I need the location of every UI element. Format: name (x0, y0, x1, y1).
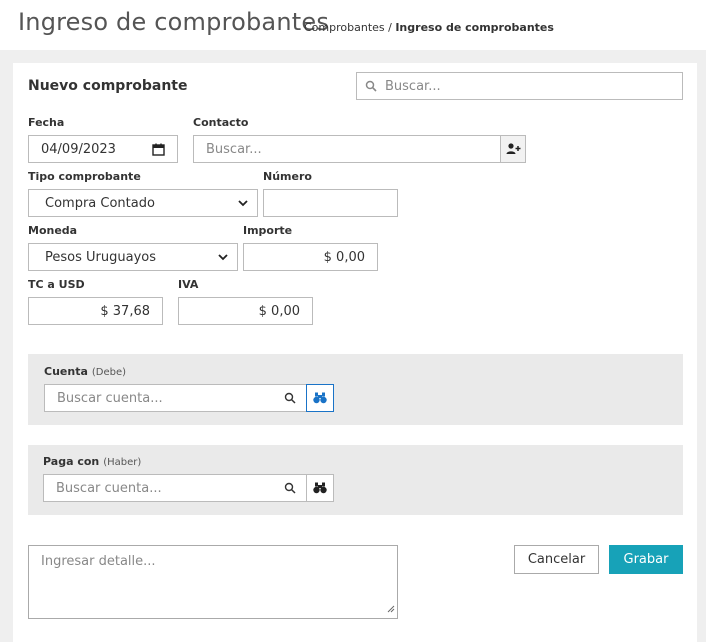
chevron-down-icon (217, 251, 229, 263)
cancel-button[interactable]: Cancelar (514, 545, 599, 574)
tc-value: $ 37,68 (100, 303, 150, 319)
form-title: Nuevo comprobante (28, 78, 188, 94)
iva-label: IVA (178, 278, 199, 291)
paga-placeholder: Buscar cuenta... (56, 480, 162, 496)
detalle-textarea[interactable]: Ingresar detalle... (28, 545, 398, 619)
breadcrumb: Comprobantes / Ingreso de comprobantes (304, 21, 554, 34)
search-icon (365, 80, 377, 92)
importe-input[interactable]: $ 0,00 (243, 243, 378, 271)
fecha-value: 04/09/2023 (41, 141, 116, 157)
importe-label: Importe (243, 224, 293, 237)
contacto-search-input[interactable]: Buscar... (193, 135, 501, 163)
global-search-placeholder: Buscar... (385, 78, 441, 94)
search-icon[interactable] (284, 392, 296, 408)
tc-label: TC a USD (28, 278, 85, 291)
moneda-select[interactable]: Pesos Uruguayos (28, 243, 238, 271)
save-button[interactable]: Grabar (609, 545, 683, 574)
search-icon[interactable] (284, 482, 296, 498)
detalle-placeholder: Ingresar detalle... (41, 554, 156, 569)
importe-value: $ 0,00 (323, 249, 365, 265)
binoculars-icon (313, 389, 327, 408)
tipo-label: Tipo comprobante (28, 170, 141, 183)
form-card: Nuevo comprobante Buscar... Fecha Contac… (13, 63, 697, 642)
cuenta-binoculars-button[interactable] (306, 384, 334, 412)
contacto-placeholder: Buscar... (206, 141, 262, 157)
fecha-field[interactable]: 04/09/2023 (28, 135, 178, 163)
user-plus-icon (506, 140, 521, 159)
chevron-down-icon (237, 197, 249, 209)
moneda-value: Pesos Uruguayos (45, 249, 156, 265)
tipo-value: Compra Contado (45, 195, 155, 211)
tipo-select[interactable]: Compra Contado (28, 189, 258, 217)
cuenta-label-sub: (Debe) (91, 367, 127, 378)
paga-binoculars-button[interactable] (306, 474, 334, 502)
breadcrumb-parent[interactable]: Comprobantes (304, 21, 385, 34)
contacto-label: Contacto (193, 116, 249, 129)
cuenta-placeholder: Buscar cuenta... (57, 390, 163, 406)
add-contact-button[interactable] (500, 135, 526, 163)
calendar-icon[interactable] (152, 143, 165, 160)
paga-label: Paga con (Haber) (43, 455, 141, 468)
paga-panel: Paga con (Haber) Buscar cuenta... (28, 445, 683, 515)
cuenta-label: Cuenta (Debe) (44, 365, 126, 378)
global-search-input[interactable]: Buscar... (356, 72, 683, 100)
page-header: Ingreso de comprobantes Comprobantes / I… (0, 0, 706, 50)
paga-label-text: Paga con (43, 455, 100, 468)
tc-input[interactable]: $ 37,68 (28, 297, 163, 325)
binoculars-icon (313, 479, 327, 498)
cuenta-panel: Cuenta (Debe) Buscar cuenta... (28, 354, 683, 425)
breadcrumb-current: Ingreso de comprobantes (395, 21, 554, 34)
paga-search-input[interactable]: Buscar cuenta... (43, 474, 307, 502)
iva-value: $ 0,00 (258, 303, 300, 319)
breadcrumb-separator: / (384, 21, 396, 34)
resize-handle-icon[interactable] (387, 602, 395, 617)
iva-input[interactable]: $ 0,00 (178, 297, 313, 325)
page-title: Ingreso de comprobantes (18, 8, 330, 36)
paga-label-sub: (Haber) (103, 457, 142, 468)
cuenta-label-text: Cuenta (44, 365, 88, 378)
fecha-label: Fecha (28, 116, 65, 129)
cuenta-search-input[interactable]: Buscar cuenta... (44, 384, 307, 412)
numero-label: Número (263, 170, 312, 183)
moneda-label: Moneda (28, 224, 78, 237)
numero-input[interactable] (263, 189, 398, 217)
